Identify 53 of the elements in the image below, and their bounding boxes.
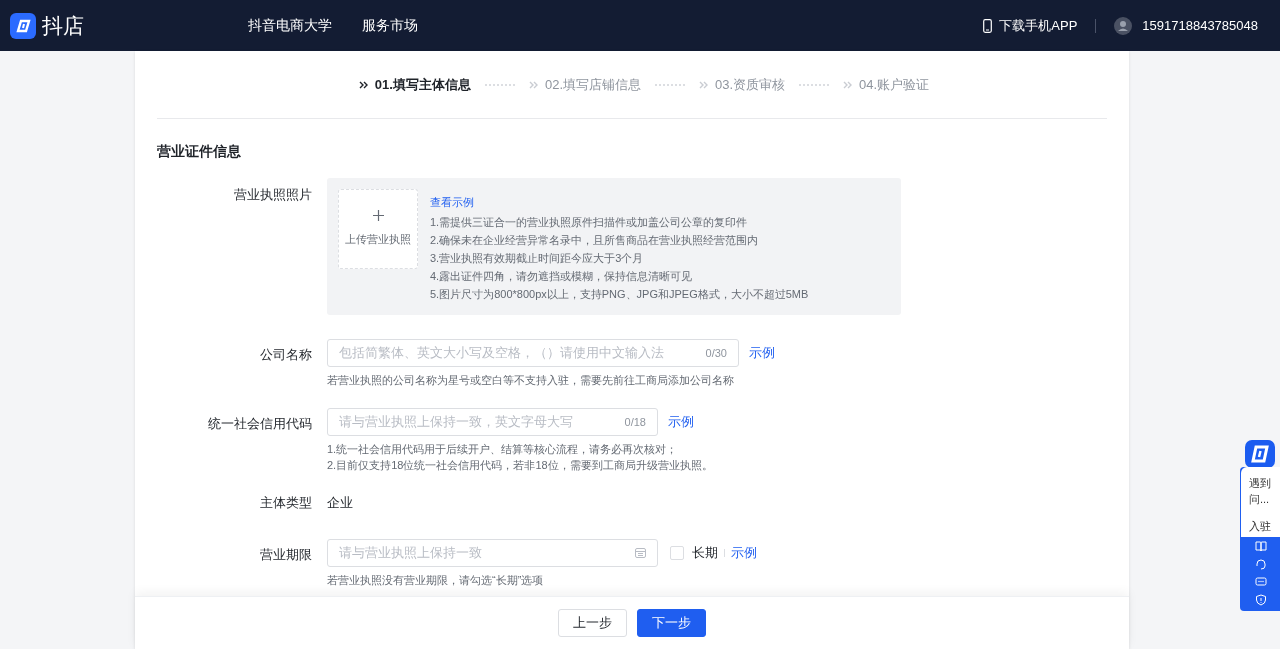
example-link[interactable]: 示例 [731,542,757,563]
hint-text: 若营业执照没有营业期限，请勾选“长期”选项 [327,572,545,588]
field-label: 主体类型 [260,494,312,512]
step-label: 03.资质审核 [715,75,786,94]
example-link[interactable]: 查看示例 [430,194,474,210]
nav-link[interactable]: 抖音电商大学 [248,15,332,36]
help-message[interactable]: 遇到问... [1249,475,1273,519]
note-text: 3.营业执照有效期截止时间距今应大于3个月 [430,251,645,266]
text-input[interactable]: 包括简繁体、英文大小写及空格，（）请使用中文输入法 [339,343,706,363]
hint-text: 2.目前仅支持18位统一社会信用代码，若非18位，需要到工商局升级营业执照。 [327,458,713,473]
checkbox[interactable] [670,545,684,560]
section-title: 营业证件信息 [157,142,242,161]
chevron-icon [699,80,709,89]
shield-icon[interactable] [1254,594,1267,606]
book-icon[interactable] [1254,540,1267,552]
hint-text: 1.统一社会信用代码用于后续开户、结算等核心流程，请务必再次核对； [327,442,679,457]
logo-icon [10,12,36,39]
next-button[interactable]: 下一步 [637,609,706,637]
step-label: 01.填写主体信息 [374,75,471,94]
headset-icon[interactable] [1254,558,1267,570]
field-value: 企业 [327,494,353,512]
download-app-link[interactable]: 下载手机APP [999,15,1078,36]
nav-link[interactable]: 服务市场 [362,15,418,36]
note-text: 1.需提供三证合一的营业执照原件扫描件或加盖公司公章的复印件 [430,215,749,230]
hint-text: 若营业执照的公司名称为星号或空白等不支持入驻，需要先前往工商局添加公司名称 [327,373,735,388]
chevron-icon [843,80,854,89]
field-label: 统一社会信用代码 [208,415,312,433]
note-text: 5.图片尺寸为800*800px以上，支持PNG、JPG和JPEG格式，大小不超过5MB [430,287,809,302]
note-text: 4.露出证件四角，请勿遮挡或模糊，保持信息清晰可见 [430,269,694,284]
field-label: 营业期限 [260,545,312,564]
plus-icon [372,210,384,222]
step-label: 02.填写店铺信息 [544,75,641,94]
checkbox-label: 长期 [692,543,718,562]
field-label: 营业执照照片 [234,186,312,204]
phone-icon [983,18,993,33]
example-link[interactable]: 示例 [668,412,694,432]
note-text: 2.确保未在企业经营异常名录中，且所售商品在营业执照经营范围内 [430,233,760,248]
step-label: 04.账户验证 [859,75,930,94]
chevron-icon [358,80,369,89]
character-counter: 0/30 [705,345,727,361]
character-counter: 0/18 [624,414,646,430]
field-label: 公司名称 [260,346,312,364]
upload-button[interactable]: 上传营业执照 [338,189,418,269]
avatar-icon[interactable] [1114,16,1133,35]
logo-text: 抖店 [42,12,84,39]
chevron-icon [528,80,539,89]
example-link[interactable]: 示例 [749,343,775,363]
settle-in-link[interactable]: 入驻 [1249,519,1272,533]
input-field[interactable]: 包括简繁体、英文大小写及空格，（）请使用中文输入法 0/30 [327,339,739,367]
previous-button[interactable]: 上一步 [558,609,627,637]
logo-icon[interactable] [1243,439,1277,469]
chat-icon[interactable] [1254,576,1267,588]
account-id[interactable]: 1591718843785048 [1142,15,1258,36]
